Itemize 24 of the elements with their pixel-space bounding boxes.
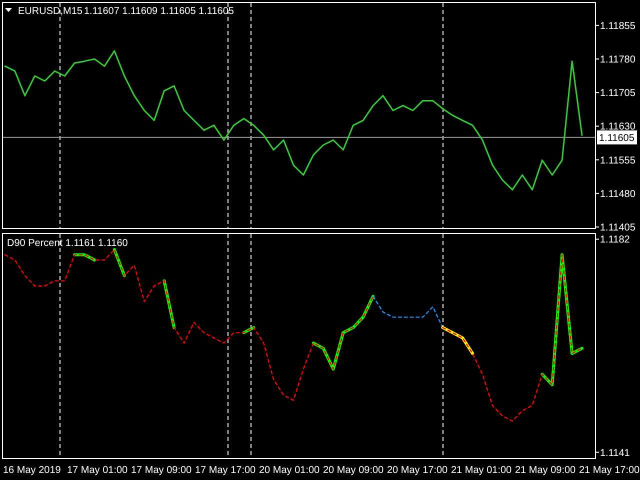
time-label: 20 May 01:00	[259, 464, 321, 476]
quote-label: 1.11607 1.11609 1.11605 1.11605	[84, 6, 234, 17]
axis-label: 1.1182	[600, 234, 630, 246]
indicator-title: D90 Percent 1.1161 1.1160	[7, 238, 128, 249]
current-price-label: 1.11605	[597, 130, 637, 144]
axis-label: 1.11405	[600, 222, 636, 233]
time-label: 20 May 09:00	[323, 464, 385, 476]
time-label: 16 May 2019	[3, 464, 62, 476]
axis-label: 1.11555	[600, 155, 636, 166]
time-label: 21 May 01:00	[451, 464, 513, 476]
axis-label: 1.11855	[600, 20, 636, 32]
time-label: 17 May 09:00	[131, 464, 193, 476]
time-label: 17 May 17:00	[195, 464, 257, 476]
axis-label: 1.11705	[600, 88, 636, 100]
axis-label: 1.1141	[600, 448, 630, 459]
time-label: 20 May 17:00	[387, 464, 449, 476]
axis-label: 1.11780	[600, 54, 636, 66]
time-label: 17 May 01:00	[67, 464, 129, 476]
ref-line-label: 1.11605	[599, 132, 635, 144]
time-label: 21 May 09:00	[515, 464, 577, 476]
symbol-label: EURUSD,M15	[18, 6, 82, 17]
axis-label: 1.11630	[600, 122, 636, 133]
axis-label: 1.11480	[600, 188, 636, 200]
time-label: 21 May 17:00	[579, 464, 640, 476]
